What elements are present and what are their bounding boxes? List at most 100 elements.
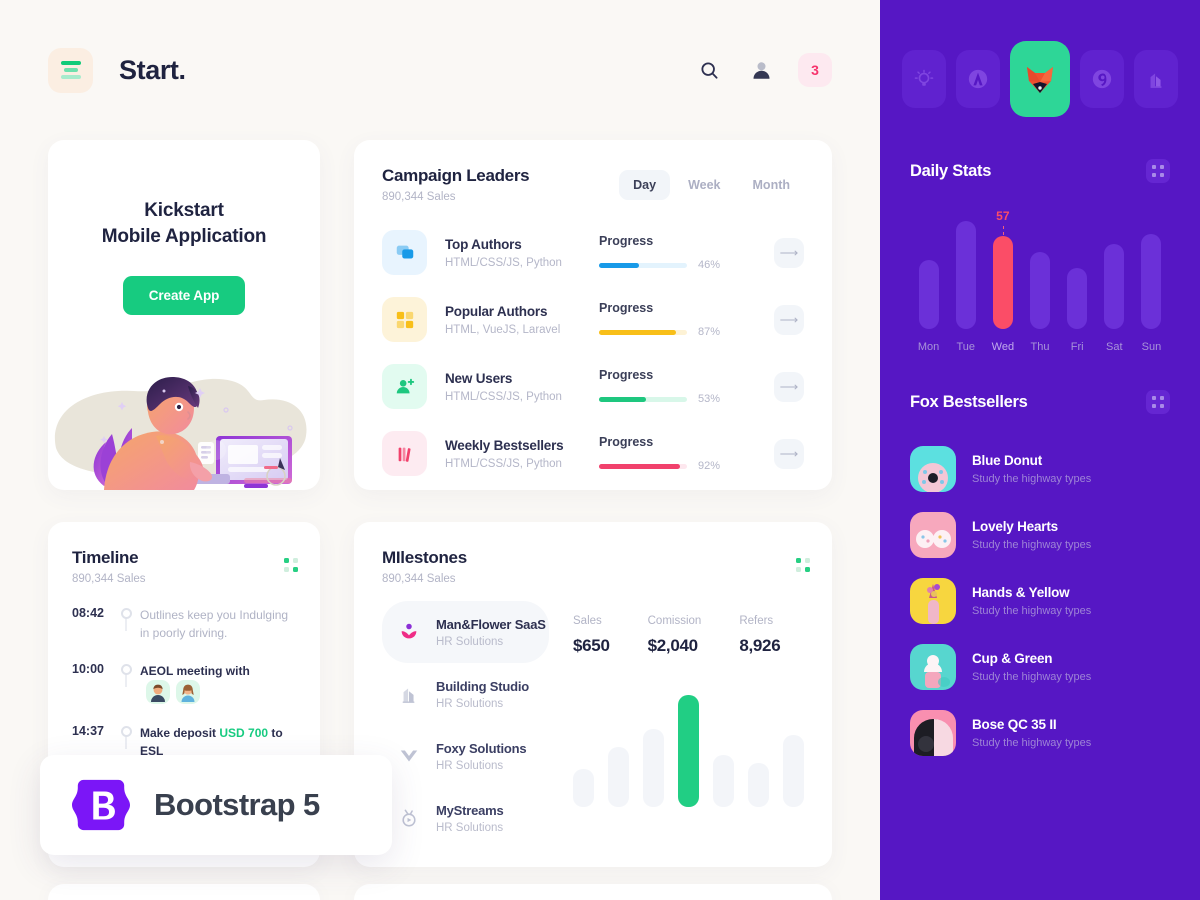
tab-month[interactable]: Month [739, 170, 804, 200]
bestseller-sub: Study the highway types [972, 671, 1092, 683]
milestones-stats: Sales $650 Comission $2,040 Refers 8,926 [573, 601, 804, 656]
timeline-subtitle: 890,344 Sales [72, 573, 146, 585]
milestone-chart-bar [643, 729, 664, 807]
menu-lines-icon[interactable] [48, 47, 93, 93]
milestone-company-icon [396, 684, 422, 704]
campaign-row-desc: HTML/CSS/JS, Python [445, 256, 562, 269]
campaign-row[interactable]: Top Authors HTML/CSS/JS, Python Progress… [382, 219, 804, 286]
bestsellers-header: Fox Bestsellers [910, 390, 1170, 414]
bestseller-text: Hands & Yellow Study the highway types [972, 585, 1091, 617]
milestones-detail: Sales $650 Comission $2,040 Refers 8,926 [549, 601, 804, 849]
next-card-right [354, 884, 832, 900]
milestone-chart-bar [783, 735, 804, 807]
milestone-stat-value: $2,040 [647, 636, 699, 655]
campaign-leaders-card: Campaign Leaders 890,344 Sales Day Week … [354, 140, 832, 490]
daily-bar-label: Tue [956, 341, 975, 353]
app-tile-lightbulb[interactable] [902, 50, 946, 108]
user-plus-icon [396, 378, 414, 393]
bestseller-item[interactable]: Lovely Hearts Study the highway types [910, 502, 1170, 568]
daily-bar-column [1021, 209, 1058, 329]
timeline-item-time: 14:37 [72, 724, 104, 738]
timeline-item-time: 08:42 [72, 606, 104, 620]
progress-percent: 92% [698, 460, 721, 472]
bestsellers-list: Blue Donut Study the highway types Lovel… [910, 436, 1170, 766]
milestone-company-icon [396, 621, 422, 643]
search-icon[interactable] [694, 55, 724, 85]
campaign-row[interactable]: Weekly Bestsellers HTML/CSS/JS, Python P… [382, 420, 804, 487]
progress-fill [599, 463, 680, 469]
tab-day[interactable]: Day [619, 170, 671, 200]
chevron-right-icon[interactable]: ⟶ [774, 304, 804, 335]
campaign-row-name: New Users [445, 370, 513, 386]
create-app-button[interactable]: Create App [122, 276, 246, 316]
timeline-item[interactable]: 08:42 Outlines keep you Indulging in poo… [72, 605, 296, 661]
progress-fill [599, 329, 676, 335]
range-toggle: Day Week Month [619, 170, 804, 200]
main-content: Start. 3 Kickstart Mobile Application Cr… [0, 0, 880, 900]
daily-bar [1067, 268, 1088, 329]
bestseller-item[interactable]: Hands & Yellow Study the highway types [910, 568, 1170, 634]
tab-week[interactable]: Week [674, 170, 734, 200]
milestone-company-row[interactable]: Building Studio HR Solutions [382, 663, 549, 725]
chevron-right-icon[interactable]: ⟶ [774, 438, 804, 469]
timeline-connector [125, 673, 127, 687]
bestseller-item[interactable]: Bose QC 35 II Study the highway types [910, 700, 1170, 766]
milestone-stat: Refers 8,926 [739, 615, 780, 656]
timeline-item-marker [112, 723, 140, 749]
row-top: Kickstart Mobile Application Create App [0, 140, 880, 490]
daily-stats-chart: 57 Mon Tue Wed Thu Fri Sat Sun [910, 209, 1170, 354]
fox-chevron-icon [400, 750, 418, 762]
timeline-item-time: 10:00 [72, 662, 104, 676]
dots-grid-icon[interactable] [796, 558, 810, 572]
fox-icon [1027, 67, 1053, 93]
peak-dashed-line [1002, 226, 1004, 235]
milestone-chart-bar [573, 769, 594, 807]
avatar-man [146, 680, 170, 704]
bootstrap-badge: Bootstrap 5 [40, 755, 392, 855]
person-at-computer-illustration [54, 376, 307, 490]
timeline-item-text: AEOL meeting with [140, 661, 296, 704]
campaign-row-progress: Progress 53% [599, 368, 749, 405]
milestone-stat-label: Comission [647, 615, 702, 627]
bestseller-text: Cup & Green Study the highway types [972, 651, 1091, 683]
dots-grid-icon[interactable] [284, 558, 298, 572]
milestone-company-row[interactable]: Man&Flower SaaS HR Solutions [382, 601, 549, 663]
bestseller-item[interactable]: Blue Donut Study the highway types [910, 436, 1170, 502]
bootstrap-label: Bootstrap 5 [154, 787, 320, 822]
milestone-company-sub: HR Solutions [436, 759, 504, 772]
milestones-body: Man&Flower SaaS HR Solutions Building St… [382, 601, 804, 849]
bestseller-item[interactable]: Cup & Green Study the highway types [910, 634, 1170, 700]
daily-bar [918, 260, 939, 329]
lightbulb-icon [914, 69, 934, 86]
progress-percent: 87% [698, 326, 721, 338]
progress-fill [599, 262, 640, 268]
chevron-right-icon[interactable]: ⟶ [774, 371, 804, 402]
dots-grid-icon[interactable] [1146, 390, 1170, 414]
timeline-item-marker [112, 605, 140, 631]
user-icon[interactable] [746, 55, 776, 85]
milestone-company-row[interactable]: MyStreams HR Solutions [382, 787, 549, 849]
notification-badge[interactable]: 3 [798, 53, 832, 87]
dots-grid-icon[interactable] [1146, 159, 1170, 183]
campaign-row[interactable]: Popular Authors HTML, VueJS, Laravel Pro… [382, 286, 804, 353]
milestone-company-name: MyStreams [436, 802, 504, 818]
app-tile-building[interactable] [1134, 50, 1178, 108]
campaign-row-names: Popular Authors HTML, VueJS, Laravel [445, 304, 585, 336]
timeline-title: Timeline [72, 548, 139, 567]
milestone-chart-bar [713, 755, 734, 807]
daily-bar-label: Fri [1070, 341, 1084, 353]
chevron-right-icon[interactable]: ⟶ [774, 237, 804, 268]
app-tile-nine[interactable] [1080, 50, 1124, 108]
milestone-chart-bar [748, 763, 769, 807]
daily-bar-label: Sat [1106, 341, 1123, 353]
daily-bar-column [1096, 209, 1133, 329]
progress-bar-wrap: 87% [599, 326, 749, 338]
daily-bar [1029, 252, 1050, 329]
campaign-row[interactable]: New Users HTML/CSS/JS, Python Progress 5… [382, 353, 804, 420]
app-tile-arch[interactable] [956, 50, 1000, 108]
campaign-row-names: Top Authors HTML/CSS/JS, Python [445, 237, 585, 269]
timeline-item[interactable]: 10:00 AEOL meeting with [72, 661, 296, 723]
milestone-company-row[interactable]: Foxy Solutions HR Solutions [382, 725, 549, 787]
campaign-row-progress: Progress 92% [599, 435, 749, 472]
app-tile-fox[interactable] [1010, 41, 1070, 117]
